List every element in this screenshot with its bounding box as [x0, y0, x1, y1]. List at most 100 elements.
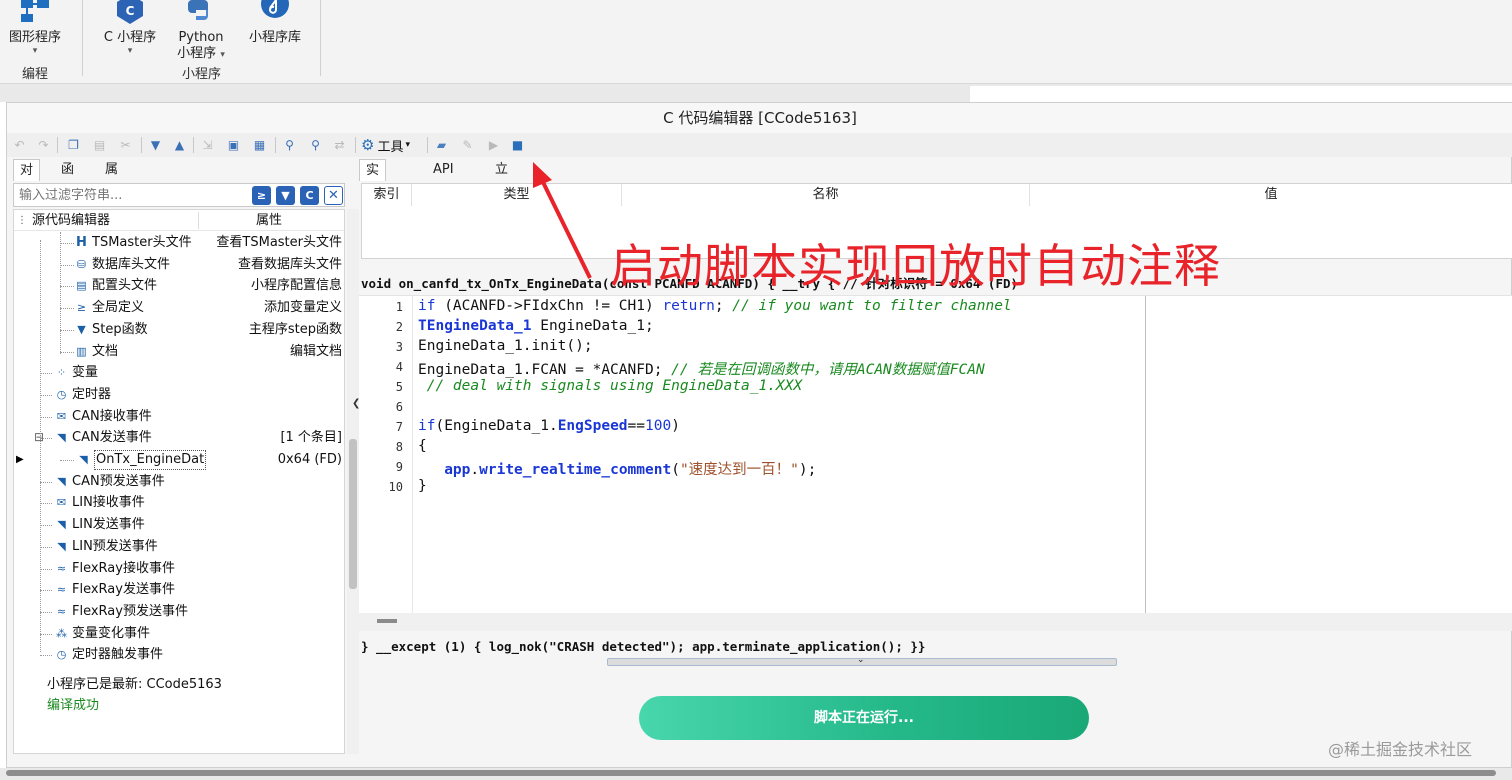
- tree-row[interactable]: ▶ ◥ OnTx_EngineDat 0x64 (FD): [14, 449, 344, 470]
- move-down-icon[interactable]: ▼: [147, 137, 164, 153]
- replace-icon[interactable]: ⇄: [331, 137, 348, 153]
- tree-row[interactable]: ≈ FlexRay接收事件: [14, 558, 344, 579]
- c-filter-icon[interactable]: C: [300, 186, 319, 205]
- tools-menu-button[interactable]: ⚙ 工具 ▾: [361, 136, 410, 155]
- tab-functions[interactable]: 函数: [55, 159, 80, 199]
- redo-icon[interactable]: ↷: [35, 137, 52, 153]
- graphic-program-button[interactable]: 图形程序 ▾: [6, 0, 64, 56]
- clear-filter-icon[interactable]: ✕: [324, 186, 343, 205]
- tree-scrollbar[interactable]: [347, 209, 359, 754]
- open-icon[interactable]: ⇲: [199, 137, 216, 153]
- tree-row[interactable]: ⁂ 变量变化事件: [14, 623, 344, 644]
- watermark: @稀土掘金技术社区: [1328, 740, 1473, 759]
- search-icon[interactable]: ⚲: [281, 137, 298, 153]
- page-hscrollbar[interactable]: [0, 768, 1512, 780]
- tree-row-prop: 小程序配置信息: [250, 278, 342, 294]
- program-library-button[interactable]: 小程序库: [244, 0, 306, 46]
- tree-row-name: 定时器: [72, 386, 112, 402]
- folder-open-icon[interactable]: ▰: [433, 137, 450, 153]
- stop-icon[interactable]: ■: [509, 137, 526, 153]
- variable-icon: ⁘: [56, 366, 67, 380]
- filter-input[interactable]: [14, 184, 250, 206]
- window-title: C 代码编辑器 [CCode5163]: [7, 103, 1512, 133]
- copy-icon[interactable]: ❐: [65, 137, 82, 153]
- tree-row-name: CAN发送事件: [72, 430, 152, 446]
- book-icon: ▥: [76, 344, 87, 358]
- page-hscroll-thumb[interactable]: [6, 770, 1496, 776]
- column-name[interactable]: 名称: [622, 184, 1030, 206]
- tab-instant-docs[interactable]: 立即文档: [489, 159, 514, 243]
- tree-row-name: FlexRay接收事件: [72, 560, 175, 576]
- tab-api-docs[interactable]: API文档: [427, 159, 460, 221]
- tree-row-name: LIN发送事件: [72, 517, 145, 533]
- column-value[interactable]: 值: [1030, 184, 1512, 206]
- ribbon-separator: [320, 0, 321, 76]
- tree-row[interactable]: ◥ LIN发送事件: [14, 514, 344, 535]
- tree-row[interactable]: ⊟ ◥ CAN发送事件 [1 个条目]: [14, 427, 344, 448]
- chevron-down-icon[interactable]: ⌄: [857, 655, 865, 665]
- tree-row[interactable]: ⛁ 数据库头文件 查看数据库头文件: [14, 254, 344, 275]
- column-index[interactable]: 索引: [362, 184, 412, 206]
- tree-row-prop: [1 个条目]: [280, 430, 342, 446]
- chevron-down-icon: ▾: [220, 50, 225, 60]
- grip-icon: ⋮: [17, 215, 27, 226]
- tree-row-name: LIN预发送事件: [72, 538, 158, 554]
- save-icon[interactable]: ▣: [225, 137, 242, 153]
- save-all-icon[interactable]: ▦: [251, 137, 268, 153]
- editor-hscroll-thumb[interactable]: [377, 619, 397, 623]
- tab-properties[interactable]: 属性: [99, 159, 124, 199]
- tree-scroll-thumb[interactable]: [349, 439, 357, 589]
- tree-row-name: FlexRay发送事件: [72, 582, 175, 598]
- tree-row[interactable]: ◥ CAN预发送事件: [14, 471, 344, 492]
- tree-row[interactable]: ≥ 全局定义 添加变量定义: [14, 297, 344, 318]
- gear-icon: ⚙: [361, 136, 375, 154]
- line-number: 7: [395, 420, 403, 434]
- line-number: 5: [395, 380, 403, 394]
- paste-icon[interactable]: ▤: [91, 137, 108, 153]
- tree-row[interactable]: ◷ 定时器: [14, 384, 344, 405]
- script-running-button[interactable]: 脚本正在运行...: [639, 696, 1089, 740]
- undo-icon[interactable]: ↶: [11, 137, 28, 153]
- program-library-label: 小程序库: [248, 30, 301, 45]
- powershell-icon[interactable]: ≥: [252, 186, 271, 205]
- tree-row[interactable]: ⁘ 变量: [14, 362, 344, 383]
- tree-row[interactable]: ◷ 定时器触发事件: [14, 644, 344, 665]
- tab-objects[interactable]: 对象: [13, 159, 41, 200]
- tree-row-name: 数据库头文件: [92, 256, 171, 272]
- compile-icon[interactable]: ✎: [459, 137, 476, 153]
- filter-down-icon[interactable]: ▼: [276, 186, 295, 205]
- tree-row[interactable]: ≈ FlexRay发送事件: [14, 579, 344, 600]
- find-next-icon[interactable]: ⚲: [307, 137, 324, 153]
- tree-row-name: FlexRay预发送事件: [72, 603, 188, 619]
- column-type[interactable]: 类型: [412, 184, 622, 206]
- tree-row[interactable]: ▼ Step函数 主程序step函数: [14, 319, 344, 340]
- c-program-button[interactable]: C C 小程序 ▾: [96, 0, 164, 56]
- ribbon-group-program: 小程序: [182, 67, 222, 82]
- code-line-7: if(EngineData_1.EngSpeed==100): [418, 418, 680, 434]
- tree-row[interactable]: ◥ LIN预发送事件: [14, 536, 344, 557]
- line-number: 3: [395, 340, 403, 354]
- code-editor[interactable]: 1 2 3 4 5 6 7 8 9 10 if (ACANFD->FIdxChn != CH1) …: [359, 295, 1512, 614]
- tree-row-prop: 查看数据库头文件: [237, 256, 342, 272]
- line-number: 10: [388, 480, 403, 494]
- tree-row[interactable]: ≈ FlexRay预发送事件: [14, 601, 344, 622]
- chevron-down-icon: ▾: [32, 46, 38, 56]
- code-line-10: }: [418, 478, 427, 494]
- editor-hscrollbar[interactable]: [359, 613, 1512, 631]
- status-up-to-date: 小程序已是最新: CCode5163: [47, 677, 222, 692]
- tree-row[interactable]: ✉ CAN接收事件: [14, 406, 344, 427]
- move-up-icon[interactable]: ▲: [171, 137, 188, 153]
- run-icon[interactable]: ▶: [485, 137, 502, 153]
- global-define-icon: ≥: [76, 301, 87, 315]
- tree-row[interactable]: ✉ LIN接收事件: [14, 492, 344, 513]
- tree-row-name: LIN接收事件: [72, 495, 145, 511]
- tab-realtime-vars[interactable]: 实时变量: [359, 159, 387, 244]
- tree-row[interactable]: H TSMaster头文件 查看TSMaster头文件: [14, 232, 344, 253]
- toolbar-separator: [193, 137, 194, 153]
- python-program-button[interactable]: Python 小程序 ▾: [170, 0, 232, 63]
- tree-row[interactable]: ▥ 文档 编辑文档: [14, 341, 344, 362]
- tree-row[interactable]: ▤ 配置头文件 小程序配置信息: [14, 275, 344, 296]
- cut-icon[interactable]: ✂: [117, 137, 134, 153]
- svg-text:C: C: [126, 4, 135, 18]
- tree-row-prop: 添加变量定义: [263, 300, 342, 316]
